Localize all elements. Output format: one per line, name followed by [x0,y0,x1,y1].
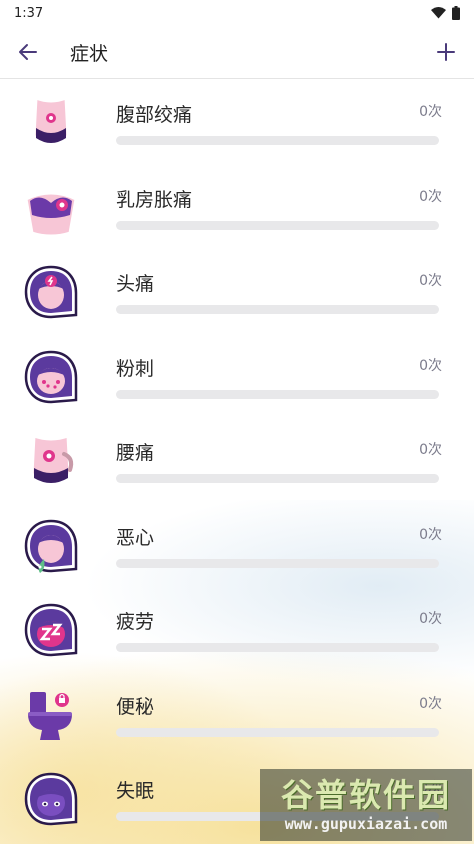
status-time: 1:37 [14,5,44,21]
breast-tenderness-icon [24,191,78,237]
list-item[interactable]: 粉刺 0次 [0,334,474,419]
arrow-left-icon [19,44,37,60]
symptom-progress-bar [116,389,439,399]
symptom-label: 腰痛 [116,442,155,464]
symptom-count: 0次 [419,273,442,289]
back-pain-icon [30,433,74,484]
nausea-icon [24,519,78,573]
symptom-label: 恶心 [116,526,155,549]
back-button[interactable] [0,26,56,79]
battery-icon [452,6,460,20]
symptom-label: 粉刺 [116,357,155,380]
symptom-list: 腹部绞痛 0次 乳房胀痛 0次 头痛 0次 粉刺 0次 腰痛 0次 恶心 0次 … [0,80,474,841]
abdominal-cramps-icon [32,95,70,146]
symptom-label: 腹部绞痛 [116,104,193,126]
symptom-progress-bar [116,474,439,483]
symptom-progress-bar [116,643,439,652]
list-item[interactable]: 腹部绞痛 0次 [0,80,474,165]
symptom-count: 0次 [419,442,442,458]
symptom-count: 0次 [419,611,442,627]
symptom-progress-bar [116,558,439,568]
symptom-label: 头痛 [116,273,155,295]
symptom-progress-bar [116,220,439,230]
symptom-count: 0次 [419,526,442,543]
plus-icon [437,43,455,61]
symptom-progress-bar [116,305,439,314]
list-item[interactable]: 恶心 0次 [0,503,474,588]
symptom-count: 0次 [419,188,442,205]
watermark-title: 谷普软件园 [280,776,451,814]
fatigue-icon [24,603,78,657]
list-item[interactable]: 疲劳 0次 [0,587,474,672]
symptom-progress-bar [116,727,439,737]
symptom-label: 失眠 [116,780,155,802]
status-bar: 1:37 [0,0,474,26]
list-item[interactable]: 便秘 0次 [0,672,474,757]
symptom-label: 疲劳 [116,611,155,633]
symptom-count: 0次 [419,357,442,374]
insomnia-icon [24,772,78,826]
toilet-icon [28,691,72,740]
symptom-count: 0次 [419,695,442,712]
list-item[interactable]: 乳房胀痛 0次 [0,165,474,250]
wifi-icon [431,7,446,19]
watermark-url: www.gupuxiazai.com [284,815,448,833]
symptom-count: 0次 [419,104,442,120]
list-item[interactable]: 腰痛 0次 [0,418,474,503]
page-title: 症状 [70,42,109,65]
list-item[interactable]: 头痛 0次 [0,249,474,334]
symptom-label: 乳房胀痛 [116,188,193,211]
symptom-label: 便秘 [116,695,155,718]
acne-icon [24,350,78,403]
app-bar: 症状 [0,26,474,79]
symptom-progress-bar [116,136,439,145]
headache-icon [24,265,78,319]
add-symptom-button[interactable] [418,26,474,79]
site-watermark: 谷普软件园 www.gupuxiazai.com [260,769,472,841]
